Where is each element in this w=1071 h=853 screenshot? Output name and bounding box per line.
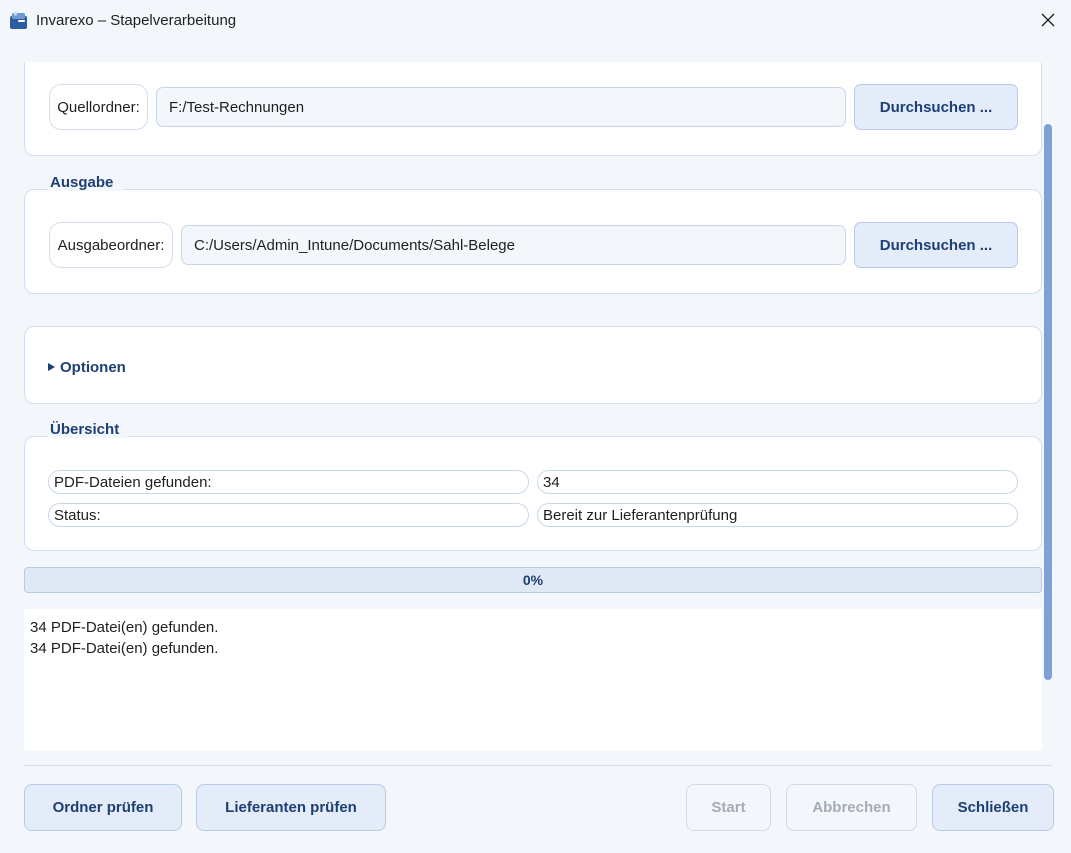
log-line: 34 PDF-Datei(en) gefunden. xyxy=(30,640,219,657)
progress-text: 0% xyxy=(522,572,544,588)
output-section-title: Ausgabe xyxy=(48,174,124,191)
source-browse-button[interactable]: Durchsuchen ... xyxy=(854,84,1018,130)
output-folder-label: Ausgabeordner: xyxy=(49,222,173,268)
options-label: Optionen xyxy=(60,358,126,376)
log-output[interactable]: 34 PDF-Datei(en) gefunden. 34 PDF-Datei(e… xyxy=(24,609,1042,750)
window-title: Invarexo – Stapelverarbeitung xyxy=(36,12,237,29)
close-window-button[interactable] xyxy=(1025,0,1071,40)
pdf-count-label: PDF-Dateien gefunden: xyxy=(48,470,529,494)
check-folder-button[interactable]: Ordner prüfen xyxy=(24,784,182,831)
footer-separator xyxy=(24,765,1052,766)
options-expander[interactable]: Optionen xyxy=(48,357,126,377)
vertical-scrollbar[interactable] xyxy=(1042,62,1056,750)
cancel-button[interactable]: Abbrechen xyxy=(786,784,917,831)
status-value: Bereit zur Lieferantenprüfung xyxy=(537,503,1018,527)
triangle-right-icon xyxy=(48,363,55,371)
close-button[interactable]: Schließen xyxy=(932,784,1054,831)
output-browse-button[interactable]: Durchsuchen ... xyxy=(854,222,1018,268)
source-folder-label: Quellordner: xyxy=(49,84,148,130)
close-icon xyxy=(1041,13,1055,27)
status-label: Status: xyxy=(48,503,529,527)
title-bar: Invarexo – Stapelverarbeitung xyxy=(0,0,1071,42)
overview-section-title: Übersicht xyxy=(48,421,130,438)
pdf-count-value: 34 xyxy=(537,470,1018,494)
options-panel xyxy=(24,326,1042,404)
progress-bar: 0% xyxy=(24,567,1042,593)
source-folder-input[interactable] xyxy=(156,87,846,127)
check-suppliers-button[interactable]: Lieferanten prüfen xyxy=(196,784,386,831)
scroll-content: Quellordner: Durchsuchen ... Ausgabe Aus… xyxy=(0,62,1071,750)
output-folder-input[interactable] xyxy=(181,225,846,265)
log-line: 34 PDF-Datei(en) gefunden. xyxy=(30,619,219,636)
scroll-thumb[interactable] xyxy=(1044,124,1052,680)
start-button[interactable]: Start xyxy=(686,784,771,831)
invarexo-app-icon xyxy=(10,11,27,29)
